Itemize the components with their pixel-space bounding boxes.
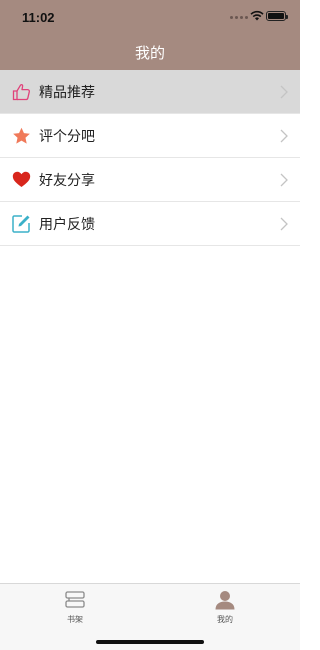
menu-item-label: 用户反馈 — [39, 216, 95, 233]
signal-icon — [230, 16, 248, 19]
menu-item-label: 精品推荐 — [39, 84, 95, 101]
menu-item-recommend[interactable]: 精品推荐 — [0, 70, 300, 114]
menu-item-label: 评个分吧 — [39, 128, 95, 145]
status-time: 11:02 — [22, 10, 55, 25]
menu-item-rate[interactable]: 评个分吧 — [0, 114, 300, 158]
chevron-right-icon — [280, 129, 288, 143]
tab-bookshelf[interactable]: 书架 — [45, 590, 105, 625]
chevron-right-icon — [280, 85, 288, 99]
status-bar: 11:02 — [0, 0, 300, 36]
menu-item-label: 好友分享 — [39, 172, 95, 189]
star-icon — [11, 126, 31, 146]
tab-label: 我的 — [217, 615, 233, 624]
page-title: 我的 — [134, 44, 165, 62]
menu-item-share[interactable]: 好友分享 — [0, 158, 300, 202]
edit-icon — [11, 214, 31, 234]
header-bar: 11:02 我的 — [0, 0, 300, 70]
tab-mine[interactable]: 我的 — [195, 590, 255, 625]
menu-item-feedback[interactable]: 用户反馈 — [0, 202, 300, 246]
home-indicator[interactable] — [96, 640, 204, 644]
heart-icon — [11, 170, 31, 190]
battery-icon — [266, 11, 288, 21]
menu-list: 精品推荐 评个分吧 好友分享 用户反馈 — [0, 70, 300, 246]
tab-label: 书架 — [67, 615, 83, 624]
chevron-right-icon — [280, 173, 288, 187]
bookshelf-icon — [65, 591, 85, 608]
thumbs-up-icon — [11, 82, 31, 102]
user-icon — [215, 591, 235, 610]
wifi-icon — [250, 10, 264, 21]
chevron-right-icon — [280, 217, 288, 231]
